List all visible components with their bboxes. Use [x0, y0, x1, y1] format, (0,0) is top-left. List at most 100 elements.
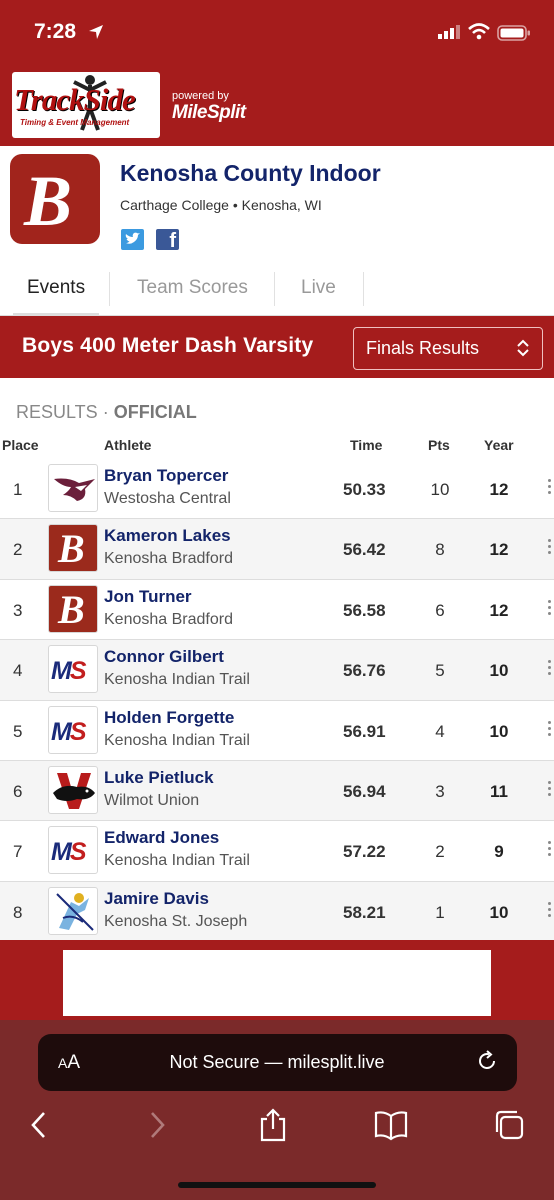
- table-row[interactable]: 2 B Kameron Lakes Kenosha Bradford 56.42…: [0, 519, 554, 580]
- more-icon[interactable]: [548, 841, 552, 859]
- athlete-name[interactable]: Jamire Davis: [104, 889, 209, 909]
- share-icon[interactable]: [258, 1108, 288, 1142]
- mark-time: 56.91: [343, 721, 386, 741]
- tab-divider: [363, 272, 364, 306]
- team-logo-bradford-icon[interactable]: B: [48, 524, 98, 573]
- forward-icon[interactable]: [146, 1108, 168, 1142]
- table-row[interactable]: 5 MS Holden Forgette Kenosha Indian Trai…: [0, 701, 554, 761]
- table-row[interactable]: 1 Bryan Topercer Westosha Central 50.33 …: [0, 459, 554, 520]
- more-icon[interactable]: [548, 599, 552, 618]
- points: 10: [430, 480, 450, 499]
- points: 4: [435, 721, 445, 741]
- points: 5: [435, 661, 445, 681]
- reload-icon[interactable]: [475, 1049, 499, 1073]
- results-type-select[interactable]: Finals Results: [353, 327, 543, 370]
- team-name[interactable]: Kenosha Indian Trail: [104, 852, 250, 870]
- more-icon[interactable]: [548, 720, 552, 739]
- table-row[interactable]: 7 MS Edward Jones Kenosha Indian Trail 5…: [0, 821, 554, 882]
- battery-icon: [497, 25, 530, 41]
- team-logo-panther-icon[interactable]: [48, 765, 98, 814]
- team-logo-bradford-icon[interactable]: B: [48, 584, 98, 633]
- grade-year: 10: [489, 661, 509, 681]
- results-table: 1 Bryan Topercer Westosha Central 50.33 …: [0, 459, 554, 943]
- tab-divider: [274, 272, 275, 306]
- team-name[interactable]: Westosha Central: [104, 490, 231, 508]
- tab-events[interactable]: Events: [13, 266, 100, 316]
- place: 3: [13, 600, 23, 620]
- event-title: Boys 400 Meter Dash Varsity: [22, 334, 314, 357]
- cell-signal-icon: [438, 25, 460, 39]
- mark-time: 50.33: [343, 480, 386, 499]
- athlete-name[interactable]: Kameron Lakes: [104, 526, 231, 546]
- powered-by-label: powered by: [172, 90, 229, 102]
- tabs-icon[interactable]: [492, 1108, 526, 1142]
- more-icon[interactable]: [548, 539, 552, 557]
- grade-year: 11: [490, 781, 508, 801]
- status-bar: 7:28: [0, 0, 554, 64]
- tab-divider: [109, 272, 110, 306]
- results-status: RESULTS · OFFICIAL: [16, 402, 197, 422]
- results-table-header: Place Athlete Time Pts Year: [0, 437, 554, 459]
- athlete-name[interactable]: Edward Jones: [104, 828, 219, 848]
- mark-time: 56.42: [343, 540, 386, 560]
- team-logo-hawk-icon[interactable]: [48, 464, 98, 512]
- tab-bar: Events Team Scores Live: [0, 266, 554, 316]
- team-logo-indian-trail-icon[interactable]: MS: [48, 826, 98, 875]
- meet-location: Carthage College • Kenosha, WI: [120, 197, 322, 213]
- twitter-icon[interactable]: [121, 229, 144, 250]
- athlete-name[interactable]: Jon Turner: [104, 587, 192, 607]
- meet-name[interactable]: Kenosha County Indoor: [120, 160, 381, 187]
- more-icon[interactable]: [548, 780, 552, 799]
- back-icon[interactable]: [28, 1108, 50, 1142]
- milesplit-logo[interactable]: MileSplit: [172, 102, 246, 124]
- athlete-name[interactable]: Holden Forgette: [104, 708, 234, 728]
- table-row[interactable]: 3 B Jon Turner Kenosha Bradford 56.58 6 …: [0, 580, 554, 641]
- more-icon[interactable]: [548, 479, 552, 497]
- team-logo-lancer-icon[interactable]: [48, 886, 98, 935]
- team-name[interactable]: Wilmot Union: [104, 792, 199, 810]
- points: 1: [435, 902, 445, 922]
- col-athlete: Athlete: [104, 437, 152, 453]
- tab-team-scores[interactable]: Team Scores: [123, 266, 262, 316]
- grade-year: 12: [489, 600, 509, 620]
- team-logo-indian-trail-icon[interactable]: MS: [48, 645, 98, 694]
- team-name[interactable]: Kenosha Bradford: [104, 611, 233, 629]
- trackside-wordmark: TrackSide: [14, 82, 136, 117]
- mark-time: 56.58: [343, 600, 386, 620]
- team-name[interactable]: Kenosha Indian Trail: [104, 732, 250, 750]
- table-row[interactable]: 6 Luke Pietluck Wilmot Union 56.94 3 11: [0, 760, 554, 822]
- table-row[interactable]: 8 Jamire Davis Kenosha St. Joseph 58.21 …: [0, 881, 554, 943]
- col-pts: Pts: [428, 437, 450, 453]
- mark-time: 58.21: [343, 902, 386, 922]
- wifi-icon: [468, 23, 490, 40]
- home-indicator[interactable]: [178, 1182, 376, 1188]
- more-icon[interactable]: [548, 660, 552, 678]
- trackside-logo[interactable]: TrackSide Timing & Event Management: [12, 72, 160, 138]
- grade-year: 12: [489, 480, 509, 499]
- facebook-icon[interactable]: f: [156, 229, 179, 250]
- mark-time: 56.76: [343, 661, 386, 681]
- team-logo-indian-trail-icon[interactable]: MS: [48, 705, 98, 754]
- event-bar: Boys 400 Meter Dash Varsity Finals Resul…: [0, 316, 554, 378]
- athlete-name[interactable]: Connor Gilbert: [104, 647, 224, 667]
- place: 5: [13, 721, 23, 741]
- place: 6: [13, 781, 23, 801]
- team-name[interactable]: Kenosha Indian Trail: [104, 671, 250, 689]
- status-time: 7:28: [34, 20, 77, 43]
- location-arrow-icon: [89, 25, 103, 39]
- bookmarks-icon[interactable]: [373, 1108, 409, 1142]
- athlete-name[interactable]: Bryan Topercer: [104, 466, 228, 486]
- url-text[interactable]: Not Secure — milesplit.live: [0, 1052, 554, 1073]
- col-time: Time: [350, 437, 383, 453]
- team-name[interactable]: Kenosha St. Joseph: [104, 913, 247, 931]
- athlete-name[interactable]: Luke Pietluck: [104, 768, 214, 788]
- tab-live[interactable]: Live: [287, 266, 350, 316]
- ad-banner[interactable]: [63, 950, 491, 1016]
- table-row[interactable]: 4 MS Connor Gilbert Kenosha Indian Trail…: [0, 640, 554, 701]
- place: 2: [13, 540, 23, 560]
- team-name[interactable]: Kenosha Bradford: [104, 550, 233, 568]
- more-icon[interactable]: [548, 901, 552, 920]
- place: 1: [13, 480, 23, 499]
- points: 2: [435, 842, 445, 862]
- points: 8: [435, 540, 445, 560]
